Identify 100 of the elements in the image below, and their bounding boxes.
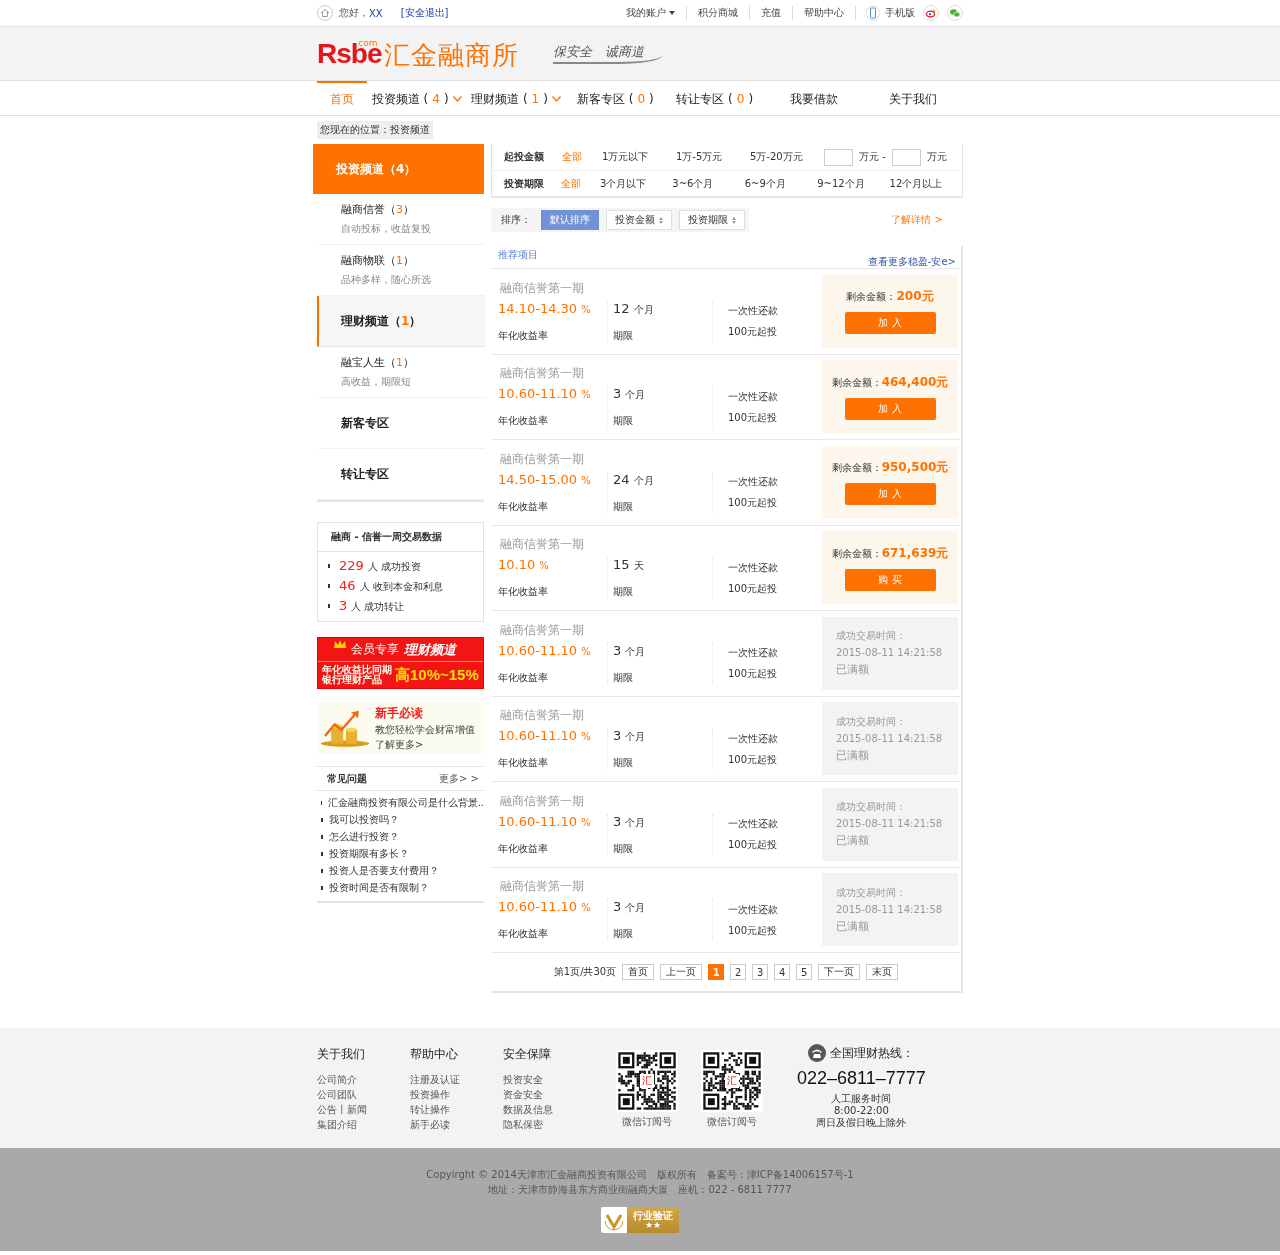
footer-link[interactable]: 公司简介 bbox=[317, 1072, 410, 1087]
service-hours: 周日及假日晚上除外 bbox=[816, 1117, 907, 1129]
sidebar-item[interactable]: 转让专区 bbox=[317, 449, 485, 500]
deal-time-label: 成功交易时间： bbox=[836, 629, 907, 644]
status-text: 已满额 bbox=[836, 747, 870, 763]
filter-option[interactable]: 12个月以上 bbox=[889, 176, 962, 191]
more-link[interactable]: 更多> > bbox=[439, 772, 479, 786]
more-link[interactable]: 查看更多稳盈-安e> bbox=[867, 255, 956, 269]
hotline-title: 全国理财热线： bbox=[830, 1044, 915, 1062]
sort-button[interactable]: 投资金额 bbox=[606, 210, 672, 230]
remaining-amount: 剩余金额：671,639元 bbox=[831, 544, 949, 562]
greeting-text: 您好， bbox=[339, 6, 369, 20]
qr-code bbox=[701, 1050, 763, 1112]
term-label: 期限 bbox=[613, 328, 634, 343]
footer-heading: 关于我们 bbox=[317, 1046, 366, 1063]
nav-item[interactable]: 新客专区 ( 0 ) bbox=[565, 81, 665, 115]
footer-heading: 安全保障 bbox=[503, 1046, 552, 1063]
rate-label: 年化收益率 bbox=[498, 841, 549, 856]
rate-label: 年化收益率 bbox=[498, 927, 549, 942]
filter-option[interactable]: 9~12个月 bbox=[817, 176, 890, 191]
home-icon[interactable] bbox=[317, 5, 333, 21]
mobile-link[interactable]: 手机版 bbox=[885, 6, 915, 20]
filter-label: 投资期限 bbox=[504, 176, 545, 191]
wechat-icon[interactable] bbox=[947, 5, 963, 21]
filter-option[interactable]: 1万-5万元 bbox=[676, 150, 750, 164]
term-value: 15 天 bbox=[613, 557, 645, 574]
nav-item[interactable]: 投资频道 ( 4 ) bbox=[367, 81, 467, 115]
rate-label: 年化收益率 bbox=[498, 756, 549, 771]
sidebar-item[interactable]: 融宝人生（1） 高收益，期限短 bbox=[317, 347, 485, 398]
faq-link[interactable]: 汇金融商投资有限公司是什么背景.. bbox=[327, 796, 484, 810]
page-button[interactable]: 下一页 bbox=[818, 964, 861, 980]
page-button[interactable]: 末页 bbox=[866, 964, 899, 980]
footer-link[interactable]: 新手必读 bbox=[410, 1117, 503, 1132]
mobile-phone-icon[interactable] bbox=[866, 5, 880, 21]
promo-highlight: 高10%~15% bbox=[395, 665, 479, 685]
faq-link[interactable]: 投资时间是否有限制？ bbox=[329, 881, 429, 895]
deal-time-label: 成功交易时间： bbox=[836, 885, 907, 900]
filter-option[interactable]: 3个月以下 bbox=[599, 176, 673, 191]
footer-link[interactable]: 投资操作 bbox=[410, 1087, 503, 1102]
page-button[interactable]: 3 bbox=[752, 964, 769, 980]
footer-link[interactable]: 注册及认证 bbox=[410, 1072, 503, 1087]
nav-item[interactable]: 理财频道 ( 1 ) bbox=[466, 81, 566, 115]
term-value: 12 个月 bbox=[613, 300, 655, 317]
deal-time: 2015-08-11 14:21:58 bbox=[836, 732, 944, 744]
amount-input[interactable] bbox=[824, 148, 853, 166]
top-link[interactable]: 帮助中心 bbox=[793, 6, 856, 20]
top-link[interactable]: 积分商城 bbox=[687, 6, 750, 20]
stat-label: 人 收到本金和利息 bbox=[359, 580, 443, 594]
filter-option[interactable]: 5万-20万元 bbox=[750, 150, 824, 164]
promo-tag: 会员专享 bbox=[351, 641, 399, 658]
page-button[interactable]: 2 bbox=[730, 964, 747, 980]
footer-link[interactable]: 公司团队 bbox=[317, 1087, 410, 1102]
rate-label: 年化收益率 bbox=[498, 328, 549, 343]
faq-link[interactable]: 投资人是否要支付费用？ bbox=[329, 864, 439, 878]
page-button[interactable]: 上一页 bbox=[660, 964, 703, 980]
amount-input[interactable] bbox=[891, 148, 921, 166]
page-button[interactable]: 4 bbox=[774, 964, 791, 980]
term-label: 期限 bbox=[613, 841, 634, 856]
footer-link[interactable]: 公告丨新闻 bbox=[317, 1102, 410, 1117]
breadcrumb: 您现在的位置：投资频道 bbox=[317, 121, 433, 139]
faq-link[interactable]: 我可以投资吗？ bbox=[329, 813, 399, 827]
footer-link[interactable]: 集团介绍 bbox=[317, 1117, 410, 1132]
faq-link[interactable]: 投资期限有多长？ bbox=[329, 847, 409, 861]
repayment-type: 一次性还款 bbox=[728, 902, 778, 917]
nav-item[interactable]: 转让专区 ( 0 ) bbox=[665, 81, 765, 115]
filter-option[interactable]: 6~9个月 bbox=[744, 176, 818, 191]
filter-option[interactable]: 3~6个月 bbox=[672, 176, 745, 191]
minimum-investment: 100元起投 bbox=[728, 923, 778, 938]
top-link[interactable]: 我的账户 bbox=[615, 6, 687, 20]
hotline-number: 022–6811–7777 bbox=[797, 1068, 926, 1089]
qr-caption: 微信订阅号 bbox=[707, 1115, 757, 1129]
logout-link[interactable]: [安全退出] bbox=[400, 6, 449, 20]
page-button[interactable]: 5 bbox=[796, 964, 813, 980]
nav-item[interactable]: 我要借款 bbox=[764, 81, 864, 115]
sidebar-item[interactable]: 新客专区 bbox=[317, 398, 485, 449]
nav-item[interactable]: 关于我们 bbox=[863, 81, 963, 115]
top-link[interactable]: 充值 bbox=[750, 6, 793, 20]
faq-link[interactable]: 怎么进行投资？ bbox=[329, 830, 399, 844]
guide-banner[interactable]: 新手必读 教您轻松学会财富增值 了解更多> bbox=[317, 702, 484, 754]
username-link[interactable]: XX bbox=[369, 7, 383, 19]
repayment-type: 一次性还款 bbox=[728, 475, 778, 490]
minimum-investment: 100元起投 bbox=[728, 325, 778, 340]
footer-link[interactable]: 投资安全 bbox=[503, 1072, 596, 1087]
footer-link[interactable]: 数据及信息 bbox=[503, 1102, 596, 1117]
sidebar-item[interactable]: 融商信誉（3） 自动投标，收益复投 bbox=[317, 194, 485, 245]
filter-option[interactable]: 1万元以下 bbox=[602, 150, 676, 164]
minimum-investment: 100元起投 bbox=[728, 838, 778, 853]
footer-link[interactable]: 转让操作 bbox=[410, 1102, 503, 1117]
sort-button[interactable]: 投资期限 bbox=[679, 210, 745, 230]
sidebar-item[interactable]: 融商物联（1） 品种多样，随心所选 bbox=[317, 245, 485, 296]
promo-title: 理财频道 bbox=[404, 640, 456, 659]
sidebar-item[interactable]: 理财频道（1） bbox=[317, 296, 485, 347]
footer-link[interactable]: 隐私保密 bbox=[503, 1117, 596, 1132]
interest-rate: 10.60-11.10 % bbox=[498, 728, 592, 744]
guide-link[interactable]: 了解更多> bbox=[375, 737, 475, 752]
coins-drawing bbox=[319, 708, 371, 748]
page-button[interactable]: 首页 bbox=[622, 964, 655, 980]
weibo-icon[interactable] bbox=[923, 5, 939, 21]
footer-link[interactable]: 资金安全 bbox=[503, 1087, 596, 1102]
logo[interactable]: Rsbe .com 汇金融商所 bbox=[317, 39, 519, 68]
